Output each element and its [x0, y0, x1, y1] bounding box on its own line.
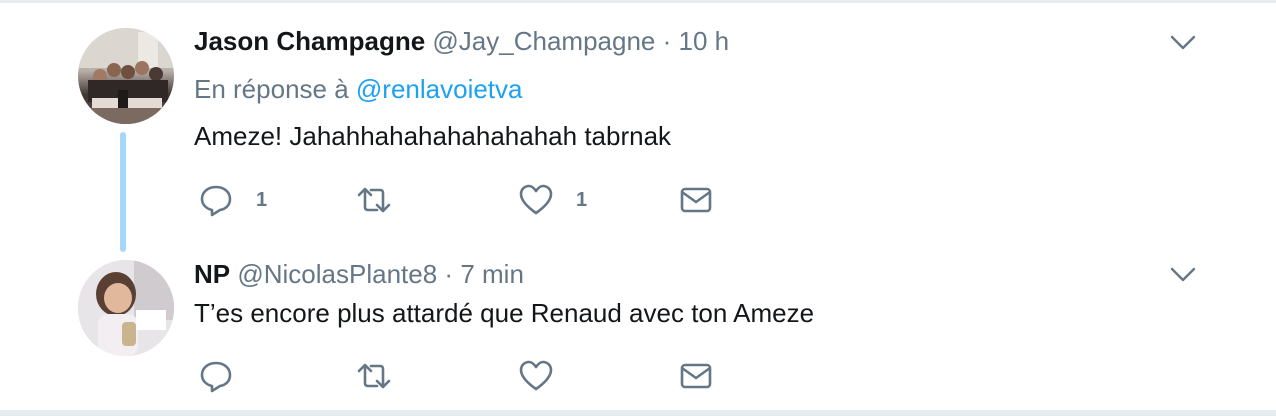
fullname[interactable]: NP: [194, 259, 230, 289]
direct-message-button[interactable]: [678, 358, 714, 394]
more-options-button[interactable]: [1168, 28, 1198, 58]
avatar[interactable]: [78, 260, 174, 356]
chevron-down-icon: [1170, 267, 1196, 282]
retweet-button[interactable]: [356, 182, 414, 218]
envelope-icon: [680, 363, 712, 389]
tweet[interactable]: NP @NicolasPlante8 · 7 min T’es encore p…: [0, 250, 1276, 410]
heart-icon: [519, 360, 553, 391]
reply-prefix: En réponse à: [194, 74, 349, 104]
bottom-divider: [0, 410, 1276, 416]
reply-button[interactable]: 1: [198, 182, 267, 218]
like-button[interactable]: 1: [518, 182, 587, 218]
tweet[interactable]: Jason Champagne @Jay_Champagne · 10 h En…: [0, 0, 1276, 252]
thread-line: [120, 132, 126, 252]
fullname[interactable]: Jason Champagne: [194, 26, 425, 56]
reply-count: 1: [256, 188, 268, 211]
reply-icon: [200, 185, 232, 217]
tweet-actions: [194, 358, 754, 394]
direct-message-button[interactable]: [678, 182, 714, 218]
username[interactable]: @Jay_Champagne: [432, 26, 655, 56]
group-photo-avatar-icon: [78, 28, 174, 124]
timestamp[interactable]: 7 min: [460, 259, 524, 289]
tweet-header: NP @NicolasPlante8 · 7 min: [194, 259, 524, 289]
more-options-button[interactable]: [1168, 260, 1198, 290]
child-photo-avatar-icon: [78, 260, 174, 356]
tweet-text: Ameze! Jahahhahahahahahahah tabrnak: [194, 121, 672, 151]
heart-icon: [519, 184, 553, 215]
like-count: 1: [576, 188, 588, 211]
retweet-icon: [357, 363, 391, 389]
envelope-icon: [680, 187, 712, 213]
avatar[interactable]: [78, 28, 174, 124]
timestamp[interactable]: 10 h: [679, 26, 730, 56]
retweet-icon: [357, 187, 391, 213]
like-button[interactable]: [518, 358, 576, 394]
username[interactable]: @NicolasPlante8: [237, 259, 437, 289]
retweet-button[interactable]: [356, 358, 414, 394]
tweet-actions: 1 1: [194, 182, 754, 218]
reply-button[interactable]: [198, 358, 256, 394]
tweet-text: T’es encore plus attardé que Renaud avec…: [194, 298, 815, 328]
reply-icon: [200, 361, 232, 393]
reply-context: En réponse à @renlavoietva: [194, 74, 523, 104]
separator: ·: [444, 259, 454, 289]
chevron-down-icon: [1170, 35, 1196, 50]
tweet-header: Jason Champagne @Jay_Champagne · 10 h: [194, 26, 729, 56]
separator: ·: [662, 26, 672, 56]
reply-mention-link[interactable]: @renlavoietva: [356, 74, 523, 104]
